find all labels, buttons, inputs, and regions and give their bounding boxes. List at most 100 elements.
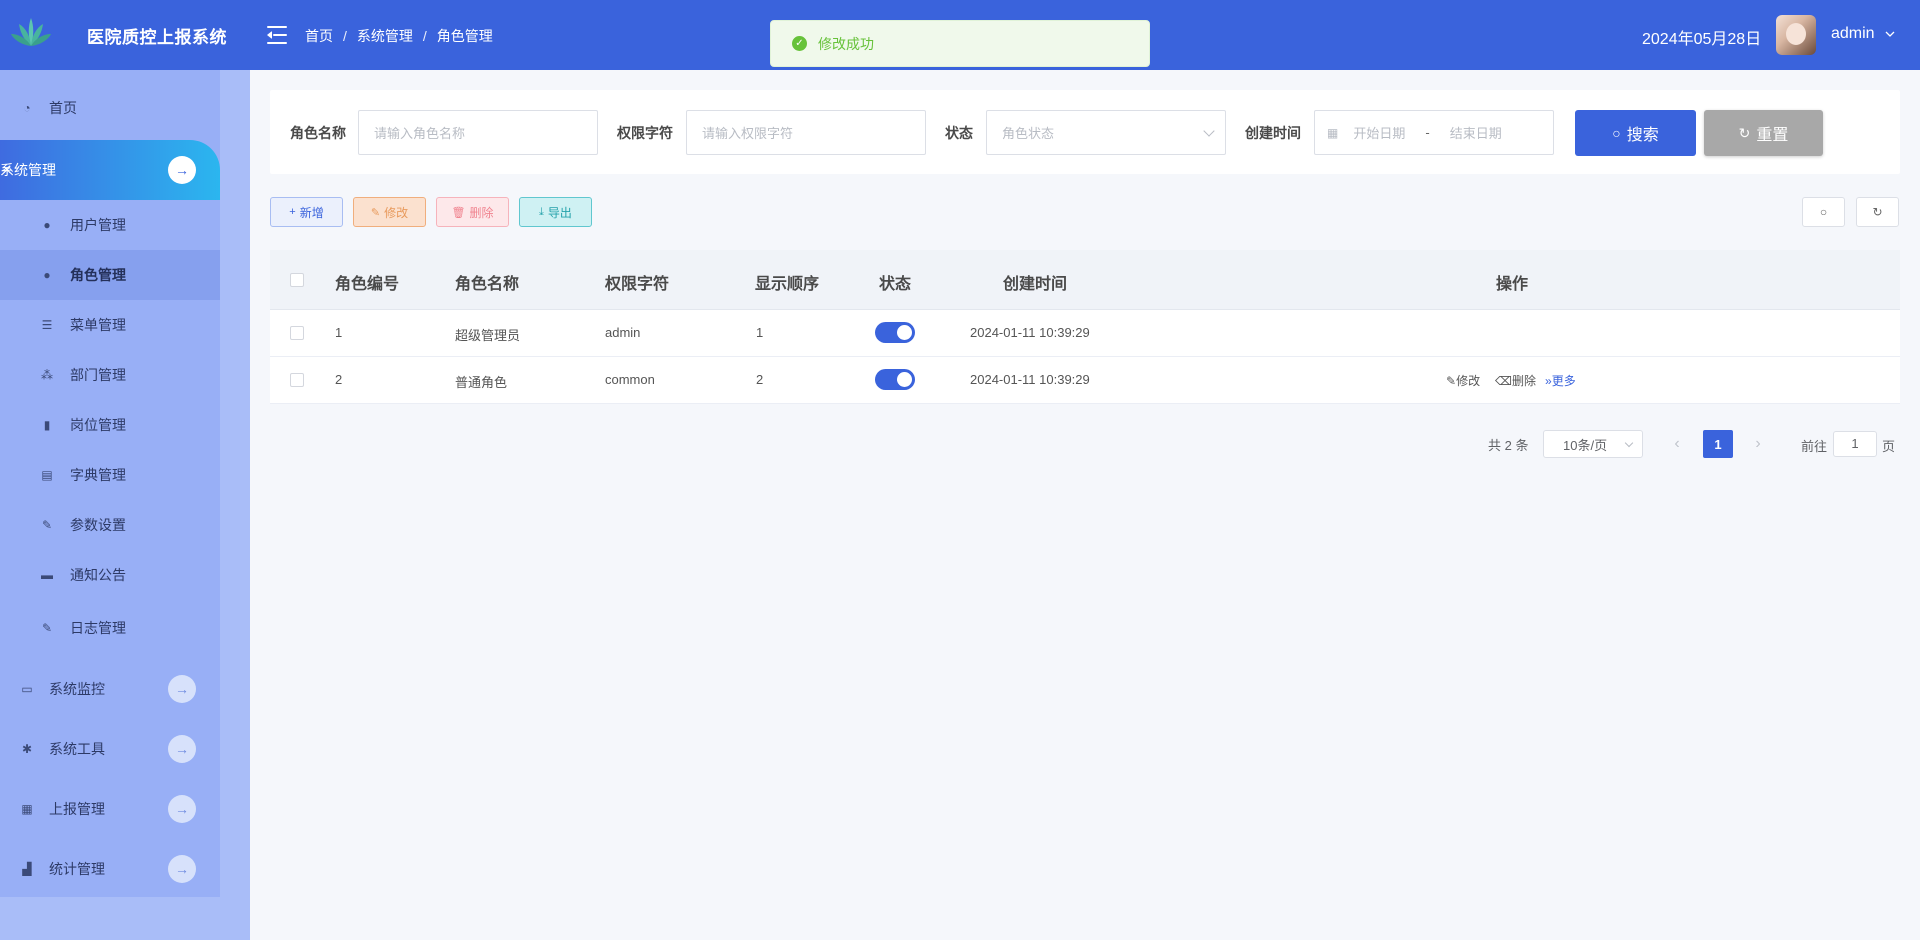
edit-icon: ✎ bbox=[1446, 374, 1457, 388]
perm-input[interactable]: 请输入权限字符 bbox=[686, 110, 926, 155]
sidebar-item-roles[interactable]: ● 角色管理 bbox=[0, 250, 220, 300]
role-name-label: 角色名称 bbox=[290, 125, 346, 141]
sidebar-item-report[interactable]: ▦ 上报管理 → bbox=[0, 779, 220, 839]
org-tree-icon: ⁂ bbox=[41, 368, 53, 382]
role-icon: ● bbox=[43, 268, 51, 282]
arrow-right-icon[interactable]: → bbox=[168, 675, 196, 703]
edit-icon: ✎ bbox=[370, 206, 381, 219]
tree-table-icon: ☰ bbox=[41, 318, 53, 332]
plus-icon: + bbox=[289, 206, 296, 218]
table-row: 2 普通角色 common 2 2024-01-11 10:39:29 ✎修改 … bbox=[270, 357, 1900, 404]
toggle-search-button[interactable]: ○ bbox=[1802, 197, 1845, 227]
search-icon: ○ bbox=[1612, 125, 1621, 141]
row-more-button[interactable]: »更多 bbox=[1545, 372, 1576, 389]
arrow-right-icon[interactable]: → bbox=[168, 855, 196, 883]
export-button[interactable]: ⤓ 导出 bbox=[519, 197, 592, 227]
app-title: 医院质控上报系统 bbox=[87, 28, 227, 47]
page-suffix: 页 bbox=[1882, 439, 1896, 454]
prev-page-button[interactable]: ‹ bbox=[1667, 430, 1687, 458]
row-delete-button[interactable]: ⌫删除 bbox=[1495, 372, 1536, 389]
header-date: 2024年05月28日 bbox=[1642, 31, 1762, 48]
chevron-down-icon[interactable] bbox=[1885, 29, 1895, 39]
add-button[interactable]: + 新增 bbox=[270, 197, 343, 227]
status-select[interactable]: 角色状态 bbox=[986, 110, 1226, 155]
download-icon: ⤓ bbox=[539, 205, 544, 218]
breadcrumb-current: 角色管理 bbox=[436, 28, 493, 44]
row-edit-button[interactable]: ✎修改 bbox=[1446, 372, 1480, 389]
check-circle-icon: ✓ bbox=[792, 36, 807, 51]
sidebar-item-dict[interactable]: ▤ 字典管理 bbox=[0, 450, 220, 500]
sidebar-item-menus[interactable]: ☰ 菜单管理 bbox=[0, 300, 220, 350]
sidebar-item-system[interactable]: ✕ 系统管理 → bbox=[0, 140, 220, 200]
search-icon: ○ bbox=[1819, 205, 1828, 219]
sidebar-item-logs[interactable]: ✎ 日志管理 bbox=[0, 603, 220, 653]
menu-toggle-icon[interactable] bbox=[267, 26, 287, 44]
chevron-down-icon bbox=[1624, 438, 1634, 448]
sidebar-item-monitor[interactable]: ▭ 系统监控 → bbox=[0, 659, 220, 719]
refresh-icon: ↻ bbox=[1738, 124, 1751, 141]
created-label: 创建时间 bbox=[1245, 125, 1301, 141]
sidebar-item-posts[interactable]: ▮ 岗位管理 bbox=[0, 400, 220, 450]
username[interactable]: admin bbox=[1831, 25, 1875, 43]
edit-icon: ✎ bbox=[41, 518, 53, 532]
chevron-left-icon: ‹ bbox=[1674, 435, 1680, 452]
goto-page-input[interactable]: 1 bbox=[1833, 431, 1877, 457]
reset-button[interactable]: ↻ 重置 bbox=[1704, 110, 1823, 156]
dict-icon: ▤ bbox=[41, 468, 53, 482]
message-icon: ▬ bbox=[41, 568, 53, 582]
sidebar-item-users[interactable]: ● 用户管理 bbox=[0, 200, 220, 250]
trash-icon: 🗑 bbox=[451, 206, 466, 219]
sidebar-item-config[interactable]: ✎ 参数设置 bbox=[0, 500, 220, 550]
calendar-icon: ▦ bbox=[1327, 125, 1339, 140]
dashboard-icon: ◔ bbox=[23, 101, 31, 115]
grid-icon: ▦ bbox=[21, 802, 33, 816]
table-row: 1 超级管理员 admin 1 2024-01-11 10:39:29 bbox=[270, 310, 1900, 357]
status-switch[interactable] bbox=[875, 369, 915, 390]
bar-chart-icon: ▟ bbox=[22, 862, 32, 876]
arrow-right-icon[interactable]: → bbox=[168, 156, 196, 184]
sidebar: ◔ 首页 ✕ 系统管理 → ● 用户管理 ● 角色管理 ☰ 菜单管理 ⁂ 部门管… bbox=[0, 70, 250, 940]
toast-message: 修改成功 bbox=[818, 35, 874, 52]
monitor-icon: ▭ bbox=[21, 682, 33, 696]
chevron-right-icon: › bbox=[1755, 435, 1761, 452]
page-1-button[interactable]: 1 bbox=[1703, 430, 1733, 458]
role-name-input[interactable]: 请输入角色名称 bbox=[358, 110, 598, 155]
edit-button[interactable]: ✎ 修改 bbox=[353, 197, 426, 227]
bug-icon: ✱ bbox=[21, 742, 33, 756]
avatar[interactable] bbox=[1776, 15, 1816, 55]
sidebar-item-home[interactable]: ◔ 首页 bbox=[0, 83, 220, 133]
post-icon: ▮ bbox=[43, 418, 51, 432]
delete-button[interactable]: 🗑 删除 bbox=[436, 197, 509, 227]
status-label: 状态 bbox=[945, 125, 973, 141]
page-size-select[interactable]: 10条/页 bbox=[1543, 430, 1643, 458]
arrow-right-icon[interactable]: → bbox=[168, 795, 196, 823]
next-page-button[interactable]: › bbox=[1748, 430, 1768, 458]
date-range-picker[interactable]: ▦ 开始日期 - 结束日期 bbox=[1314, 110, 1554, 155]
status-switch[interactable] bbox=[875, 322, 915, 343]
goto-label: 前往 bbox=[1801, 439, 1828, 454]
double-chevron-right-icon: » bbox=[1545, 374, 1552, 388]
row-checkbox[interactable] bbox=[290, 326, 304, 340]
arrow-right-icon[interactable]: → bbox=[168, 735, 196, 763]
refresh-icon: ↻ bbox=[1872, 205, 1883, 219]
perm-label: 权限字符 bbox=[617, 125, 673, 141]
breadcrumb-home[interactable]: 首页 bbox=[305, 26, 333, 46]
breadcrumb: 首页 / 系统管理 / 角色管理 bbox=[305, 26, 493, 46]
refresh-table-button[interactable]: ↻ bbox=[1856, 197, 1899, 227]
search-panel: 角色名称 请输入角色名称 权限字符 请输入权限字符 状态 角色状态 创建时间 ▦… bbox=[270, 90, 1900, 174]
user-icon: ● bbox=[43, 218, 51, 232]
select-all-checkbox[interactable] bbox=[290, 273, 304, 287]
breadcrumb-system[interactable]: 系统管理 bbox=[357, 26, 413, 46]
search-button[interactable]: ○ 搜索 bbox=[1575, 110, 1696, 156]
sidebar-item-stats[interactable]: ▟ 统计管理 → bbox=[0, 839, 220, 899]
sidebar-item-notice[interactable]: ▬ 通知公告 bbox=[0, 550, 220, 600]
chevron-down-icon bbox=[1203, 125, 1215, 137]
lotus-logo-icon bbox=[11, 18, 51, 46]
role-table: 角色编号 角色名称 权限字符 显示顺序 状态 创建时间 操作 1 超级管理员 a… bbox=[270, 250, 1900, 404]
sidebar-item-depts[interactable]: ⁂ 部门管理 bbox=[0, 350, 220, 400]
trash-icon: ⌫ bbox=[1495, 374, 1512, 388]
sidebar-item-tools[interactable]: ✱ 系统工具 → bbox=[0, 719, 220, 779]
pagination-total: 共 2 条 bbox=[1488, 438, 1529, 453]
log-icon: ✎ bbox=[41, 621, 53, 635]
row-checkbox[interactable] bbox=[290, 373, 304, 387]
